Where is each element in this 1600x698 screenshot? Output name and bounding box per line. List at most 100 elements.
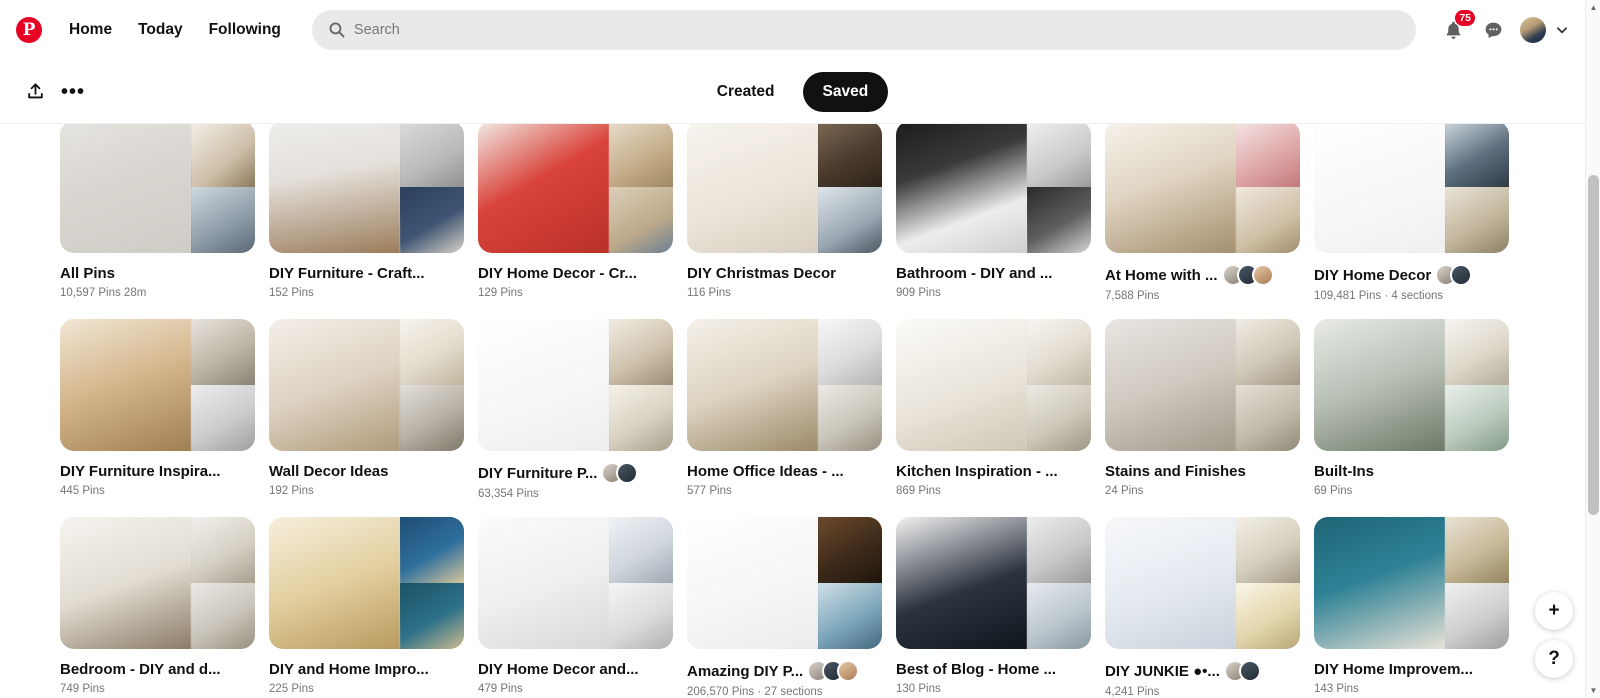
board-preview-column — [1444, 124, 1509, 253]
board-thumbnails[interactable] — [896, 319, 1091, 451]
board-preview-image — [190, 385, 255, 451]
board-title: Amazing DIY P... — [687, 662, 804, 680]
scrollbar-up-arrow[interactable]: ▲ — [1586, 0, 1600, 15]
board-meta: 909 Pins — [896, 287, 941, 299]
board-title: DIY Home Decor - Cr... — [478, 265, 637, 282]
board-card[interactable]: Stains and Finishes 24 Pins — [1105, 319, 1300, 500]
board-title-row: All Pins — [60, 264, 255, 283]
message-bubble-icon — [1485, 22, 1501, 38]
board-meta: 24 Pins — [1105, 485, 1144, 497]
board-card[interactable]: DIY Furniture Inspira... 445 Pins — [60, 319, 255, 500]
board-card[interactable]: Built-Ins 69 Pins — [1314, 319, 1509, 500]
board-preview-image — [1026, 517, 1091, 583]
board-cover-image — [896, 124, 1027, 253]
board-card[interactable]: At Home with ... 7,588 Pins — [1105, 124, 1300, 302]
board-thumbnails[interactable] — [60, 124, 255, 253]
board-preview-image — [817, 124, 882, 187]
help-button[interactable]: ? — [1535, 640, 1573, 678]
nav-item-following[interactable]: Following — [196, 13, 294, 47]
board-title-row: At Home with ... — [1105, 264, 1300, 286]
board-thumbnails[interactable] — [896, 124, 1091, 253]
board-preview-column — [608, 319, 673, 451]
board-thumbnails[interactable] — [1105, 124, 1300, 253]
board-preview-image — [1444, 319, 1509, 385]
search-input[interactable] — [311, 10, 1416, 50]
board-card[interactable]: DIY Home Improvem... 143 Pins — [1314, 517, 1509, 698]
chevron-down-icon[interactable] — [1555, 23, 1569, 37]
board-thumbnails[interactable] — [1105, 319, 1300, 451]
board-thumbnails[interactable] — [1314, 517, 1509, 649]
board-cover-image — [60, 517, 191, 649]
board-card[interactable]: DIY Furniture - Craft... 152 Pins — [269, 124, 464, 302]
board-thumbnails[interactable] — [269, 319, 464, 451]
tab-created[interactable]: Created — [697, 72, 795, 112]
board-card[interactable]: Best of Blog - Home ... 130 Pins — [896, 517, 1091, 698]
board-preview-column — [1026, 319, 1091, 451]
board-preview-column — [399, 319, 464, 451]
pinterest-logo-icon[interactable]: P — [16, 17, 42, 43]
board-thumbnails[interactable] — [60, 517, 255, 649]
board-preview-image — [399, 124, 464, 187]
tab-saved[interactable]: Saved — [802, 71, 889, 112]
board-thumbnails[interactable] — [269, 517, 464, 649]
collaborator-avatars — [601, 462, 639, 484]
nav-item-home[interactable]: Home — [56, 13, 125, 47]
board-thumbnails[interactable] — [1314, 319, 1509, 451]
board-card[interactable]: Home Office Ideas - ... 577 Pins — [687, 319, 882, 500]
board-title: DIY Furniture Inspira... — [60, 463, 221, 480]
board-card[interactable]: Bathroom - DIY and ... 909 Pins — [896, 124, 1091, 302]
board-title: DIY Home Improvem... — [1314, 661, 1473, 678]
board-card[interactable]: DIY JUNKIE ●•... 4,241 Pins — [1105, 517, 1300, 698]
board-title: Bedroom - DIY and d... — [60, 661, 221, 678]
board-title-row: Stains and Finishes — [1105, 462, 1300, 481]
board-thumbnails[interactable] — [478, 517, 673, 649]
board-preview-image — [817, 385, 882, 451]
board-preview-column — [190, 517, 255, 649]
board-card[interactable]: Amazing DIY P... 206,570 Pins · 27 sectio… — [687, 517, 882, 698]
scrollbar-thumb[interactable] — [1588, 175, 1599, 515]
scrollbar-down-arrow[interactable]: ▼ — [1586, 683, 1600, 698]
notifications-button[interactable]: 75 — [1436, 10, 1475, 47]
board-preview-image — [399, 583, 464, 649]
board-thumbnails[interactable] — [60, 319, 255, 451]
board-meta: 577 Pins — [687, 485, 732, 497]
board-thumbnails[interactable] — [269, 124, 464, 253]
board-title: DIY Home Decor and... — [478, 661, 639, 678]
board-card[interactable]: Bedroom - DIY and d... 749 Pins — [60, 517, 255, 698]
board-preview-column — [817, 124, 882, 253]
board-card[interactable]: All Pins 10,597 Pins 28m — [60, 124, 255, 302]
board-thumbnails[interactable] — [687, 124, 882, 253]
board-card[interactable]: DIY Home Decor and... 479 Pins — [478, 517, 673, 698]
board-title-row: DIY Furniture - Craft... — [269, 264, 464, 283]
board-thumbnails[interactable] — [1105, 517, 1300, 649]
board-meta: 749 Pins — [60, 683, 105, 695]
boards-scroll-area[interactable]: All Pins 10,597 Pins 28m DIY Furniture - C… — [0, 124, 1585, 698]
board-card[interactable]: DIY Christmas Decor 116 Pins — [687, 124, 882, 302]
board-title: DIY JUNKIE ●•... — [1105, 662, 1220, 680]
board-preview-image — [1444, 385, 1509, 451]
board-preview-image — [399, 385, 464, 451]
board-thumbnails[interactable] — [478, 319, 673, 451]
create-button[interactable]: + — [1535, 592, 1573, 630]
page-scrollbar[interactable]: ▲ ▼ — [1585, 0, 1600, 698]
avatar[interactable] — [1520, 17, 1546, 43]
board-card[interactable]: DIY Furniture P... 63,354 Pins — [478, 319, 673, 500]
board-thumbnails[interactable] — [687, 319, 882, 451]
board-thumbnails[interactable] — [1314, 124, 1509, 253]
board-meta: 225 Pins — [269, 683, 314, 695]
board-card[interactable]: DIY Home Decor 109,481 Pins · 4 sections — [1314, 124, 1509, 302]
board-meta: 109,481 Pins · 4 sections — [1314, 290, 1444, 302]
board-thumbnails[interactable] — [478, 124, 673, 253]
board-card[interactable]: Wall Decor Ideas 192 Pins — [269, 319, 464, 500]
board-preview-image — [608, 583, 673, 649]
board-preview-image — [1235, 385, 1300, 451]
board-preview-column — [817, 319, 882, 451]
board-card[interactable]: Kitchen Inspiration - ... 869 Pins — [896, 319, 1091, 500]
board-thumbnails[interactable] — [687, 517, 882, 649]
board-cover-image — [1105, 124, 1236, 253]
board-card[interactable]: DIY and Home Impro... 225 Pins — [269, 517, 464, 698]
messages-button[interactable] — [1476, 13, 1510, 47]
board-thumbnails[interactable] — [896, 517, 1091, 649]
board-card[interactable]: DIY Home Decor - Cr... 129 Pins — [478, 124, 673, 302]
nav-item-today[interactable]: Today — [125, 13, 196, 47]
